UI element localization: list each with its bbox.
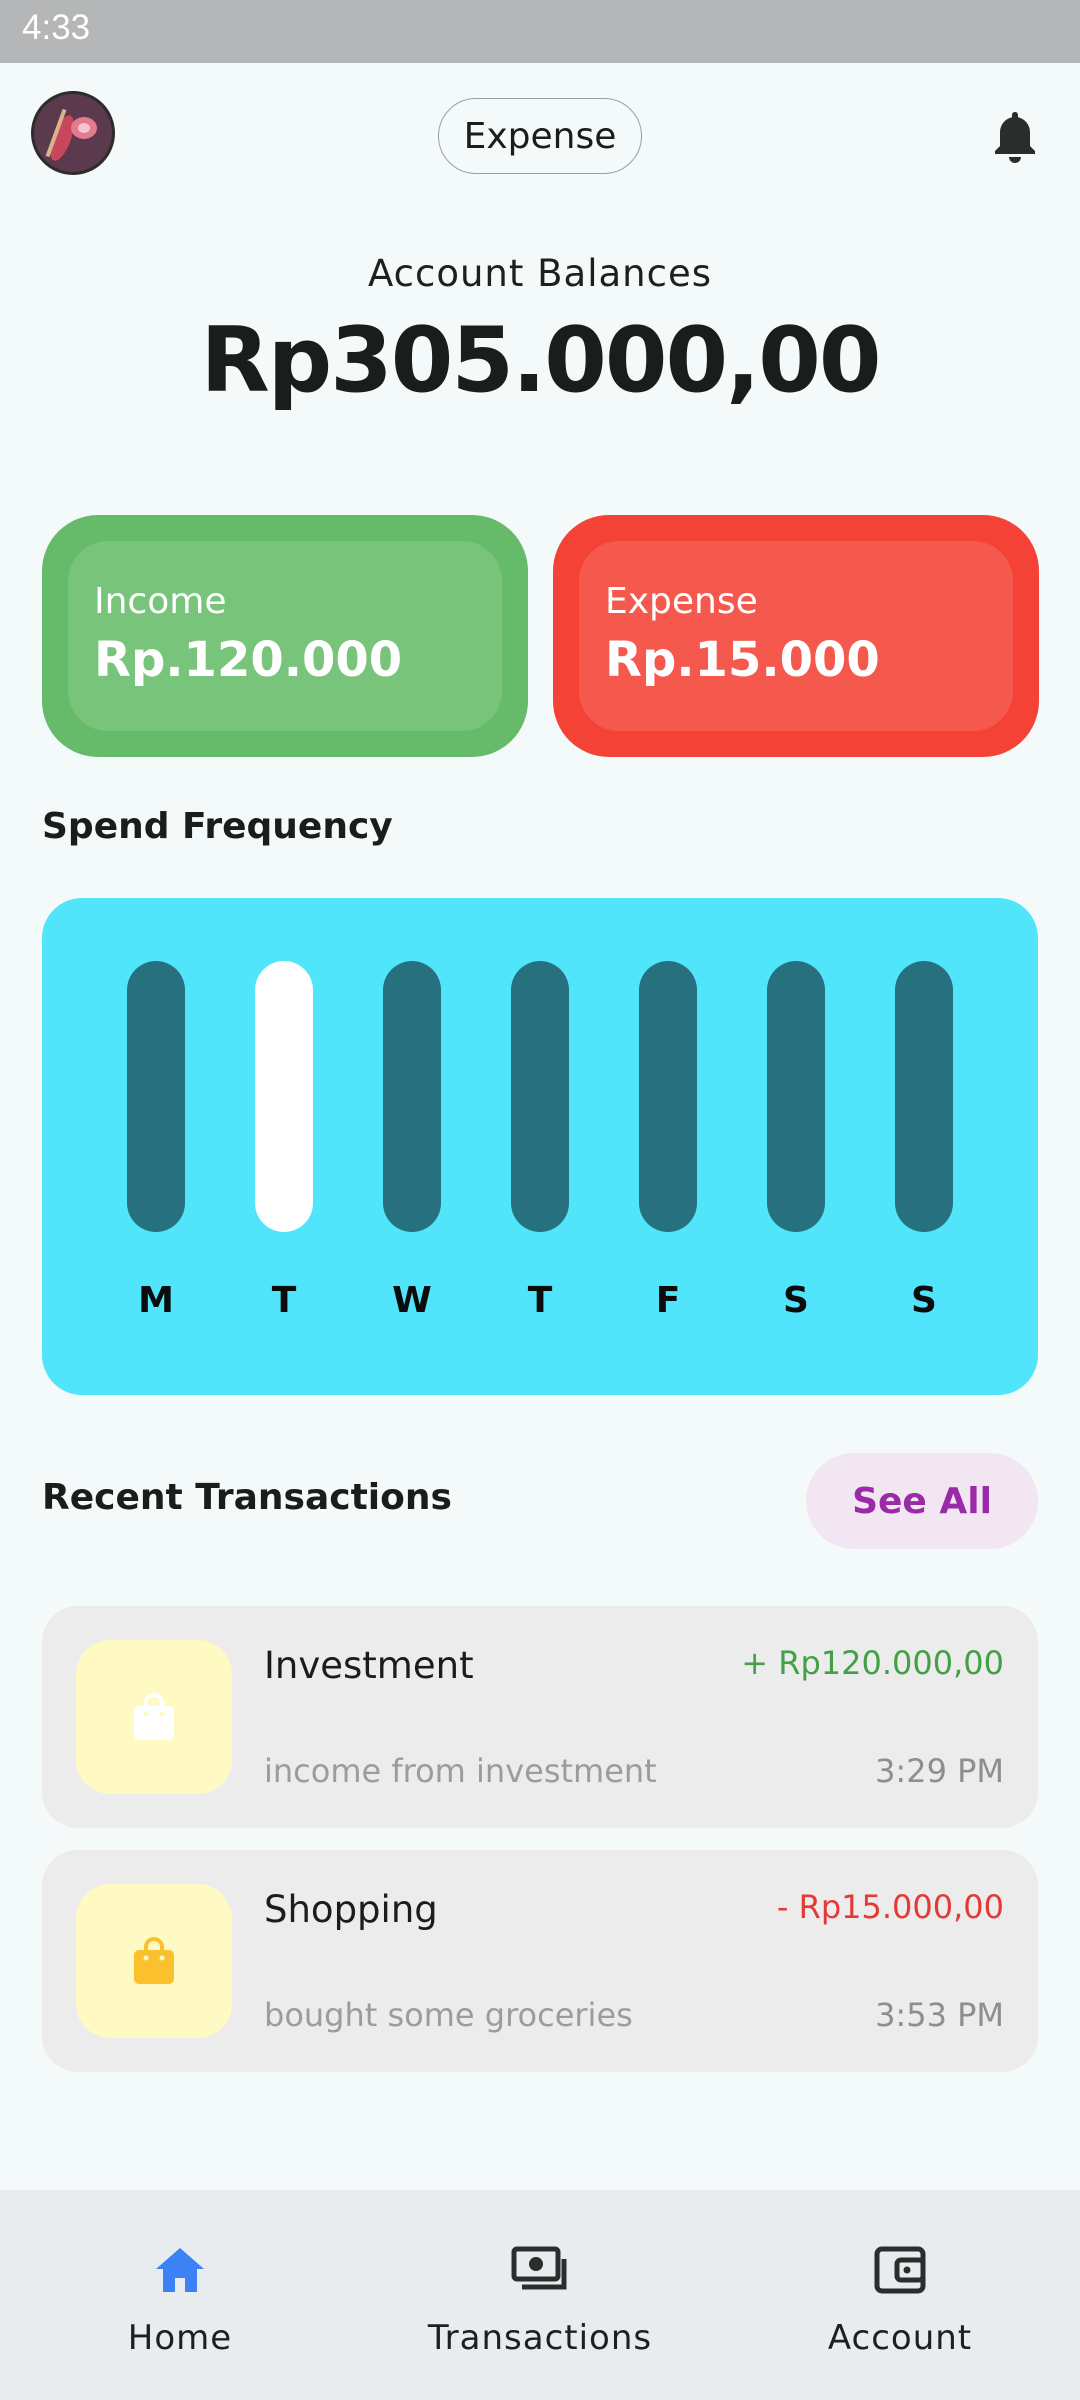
balance-value: Rp305.000,00 [200, 308, 881, 413]
expense-amount: Rp.15.000 [605, 632, 880, 688]
status-time: 4:33 [22, 8, 91, 47]
transaction-description: bought some groceries [264, 1996, 633, 2034]
transaction-amount: + Rp120.000,00 [741, 1644, 1004, 1682]
transaction-icon-tile [76, 1640, 232, 1794]
mode-selector-button[interactable]: Expense [438, 98, 642, 174]
expense-label: Expense [605, 581, 758, 622]
day-label: W [392, 1280, 432, 1321]
nav-account-label: Account [827, 2318, 973, 2358]
nav-home-label: Home [127, 2318, 233, 2358]
transaction-title: Shopping [264, 1888, 438, 1931]
transaction-item[interactable]: Shopping bought some groceries - Rp15.000,… [42, 1850, 1038, 2072]
frequency-bar[interactable] [127, 961, 185, 1232]
spend-frequency-chart: MTWTFSS [42, 898, 1038, 1395]
avatar[interactable] [31, 91, 115, 175]
transaction-description: income from investment [264, 1752, 657, 1790]
balance-label: Account Balances [368, 252, 712, 295]
day-label: S [783, 1280, 809, 1321]
frequency-bar[interactable] [639, 961, 697, 1232]
wallet-icon [720, 2245, 1080, 2295]
day-label: S [911, 1280, 937, 1321]
day-label: T [271, 1280, 297, 1321]
frequency-bar[interactable] [767, 961, 825, 1232]
income-label: Income [94, 581, 227, 622]
notification-bell-icon[interactable] [990, 108, 1040, 164]
frequency-bar[interactable] [511, 961, 569, 1232]
status-bar: 4:33 [0, 0, 1080, 63]
nav-home[interactable]: Home [0, 2190, 360, 2400]
nav-transactions[interactable]: Transactions [360, 2190, 720, 2400]
home-icon [0, 2245, 360, 2295]
transaction-title: Investment [264, 1644, 474, 1687]
frequency-bar[interactable] [383, 961, 441, 1232]
transaction-time: 3:29 PM [875, 1752, 1004, 1790]
day-label: T [527, 1280, 553, 1321]
income-amount: Rp.120.000 [94, 632, 403, 688]
frequency-bar[interactable] [255, 961, 313, 1232]
shopping-bag-icon [134, 1937, 174, 1984]
shopping-bag-icon [134, 1693, 174, 1740]
spend-frequency-title: Spend Frequency [42, 806, 393, 847]
day-label: M [138, 1280, 174, 1321]
transaction-icon-tile [76, 1884, 232, 2038]
day-label: F [655, 1280, 681, 1321]
nav-transactions-label: Transactions [427, 2318, 653, 2358]
nav-account[interactable]: Account [720, 2190, 1080, 2400]
transaction-time: 3:53 PM [875, 1996, 1004, 2034]
expense-card[interactable]: Expense Rp.15.000 [553, 515, 1039, 757]
transaction-amount: - Rp15.000,00 [776, 1888, 1004, 1926]
money-icon [360, 2245, 720, 2295]
income-card[interactable]: Income Rp.120.000 [42, 515, 528, 757]
avatar-image [34, 94, 112, 172]
frequency-bar[interactable] [895, 961, 953, 1232]
bottom-navigation: Home Transactions Account [0, 2190, 1080, 2400]
see-all-button[interactable]: See All [806, 1453, 1038, 1549]
transaction-item[interactable]: Investment income from investment + Rp120.… [42, 1606, 1038, 1828]
recent-transactions-title: Recent Transactions [42, 1477, 452, 1518]
